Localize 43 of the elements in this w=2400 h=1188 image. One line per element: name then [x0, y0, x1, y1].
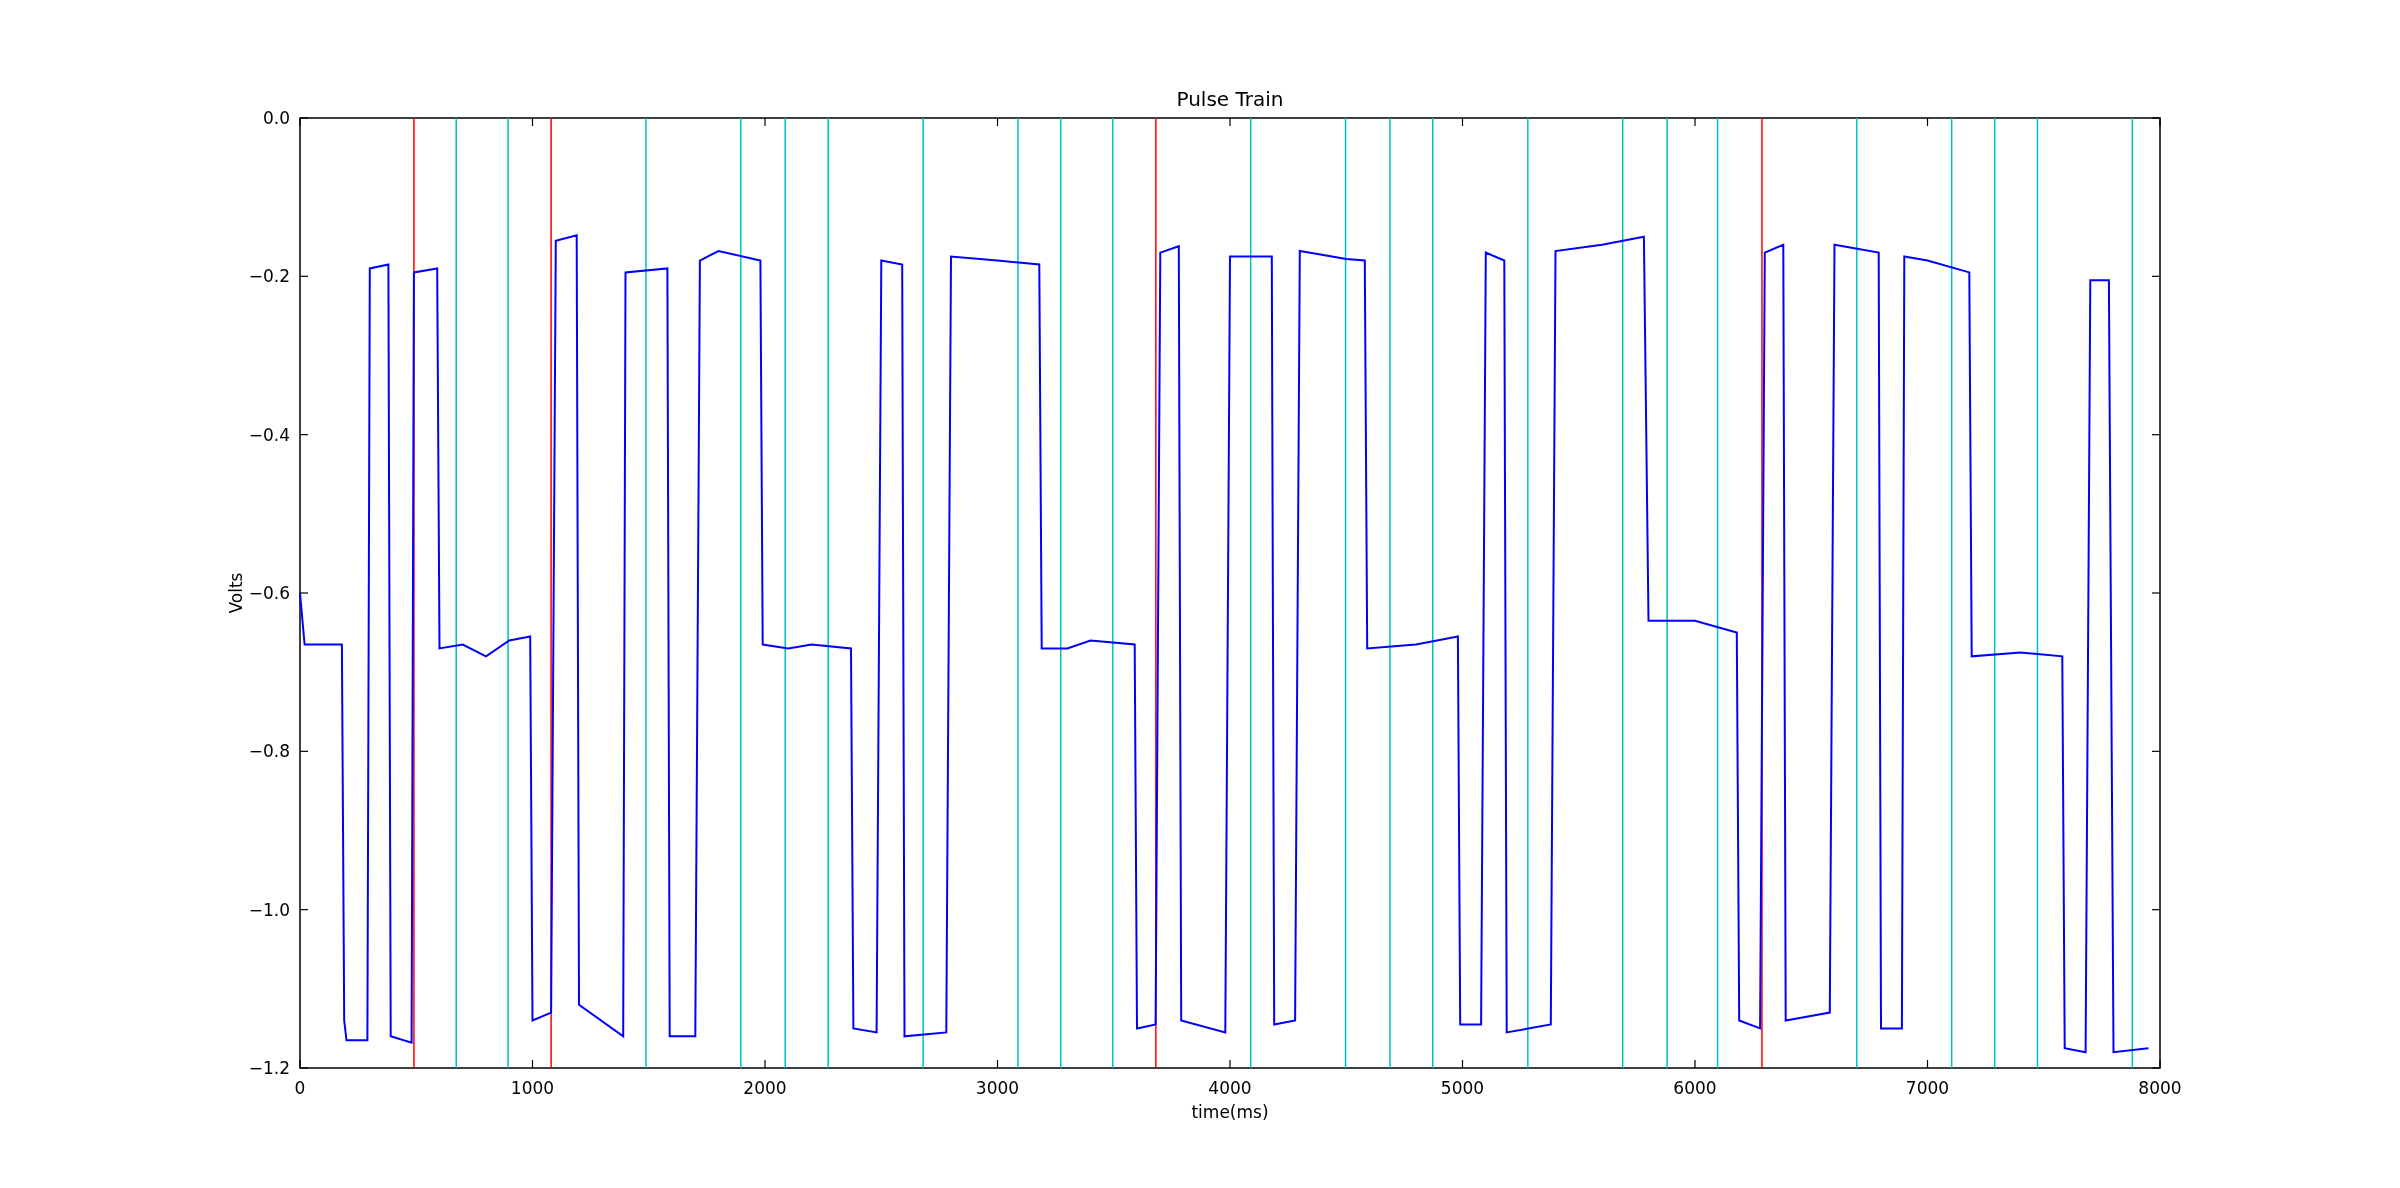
- tick-mark: [996, 117, 999, 127]
- tick-label: 3000: [975, 1078, 1020, 1098]
- tick-mark: [2151, 434, 2161, 436]
- tick-label: −0.4: [248, 424, 290, 445]
- tick-mark: [299, 434, 309, 436]
- y-axis-label: Volts: [226, 572, 246, 614]
- tick-label: 6000: [1673, 1078, 1717, 1098]
- tick-mark: [1694, 1059, 1696, 1069]
- tick-mark: [1926, 1059, 1929, 1069]
- x-axis-label: time(ms): [1191, 1102, 1269, 1122]
- tick-label: −0.6: [248, 583, 290, 603]
- tick-label: −1.0: [248, 899, 290, 920]
- tick-label: 0.0: [262, 108, 290, 128]
- tick-mark: [764, 117, 766, 127]
- tick-mark: [1229, 117, 1231, 127]
- tick-label: 0: [294, 1078, 306, 1098]
- tick-mark: [2151, 275, 2161, 277]
- tick-label: 5000: [1440, 1078, 1485, 1098]
- tick-mark: [1926, 117, 1929, 127]
- chart-title: Pulse Train: [1176, 87, 1284, 111]
- tick-mark: [1694, 117, 1696, 127]
- tick-label: 2000: [743, 1078, 787, 1098]
- tick-mark: [2151, 750, 2161, 752]
- tick-label: 8000: [2138, 1078, 2182, 1098]
- tick-label: 7000: [1905, 1078, 1950, 1098]
- tick-mark: [299, 592, 309, 594]
- tick-label: 1000: [510, 1078, 555, 1098]
- tick-mark: [299, 750, 309, 752]
- tick-mark: [299, 275, 309, 277]
- tick-mark: [1229, 1059, 1231, 1069]
- tick-mark: [531, 117, 534, 127]
- tick-label: −0.8: [248, 741, 290, 762]
- tick-mark: [764, 1059, 766, 1069]
- tick-mark: [1461, 1059, 1464, 1069]
- tick-mark: [996, 1059, 999, 1069]
- tick-mark: [531, 1059, 534, 1069]
- tick-label: 4000: [1208, 1078, 1252, 1098]
- tick-label: −0.2: [248, 266, 290, 287]
- tick-mark: [2151, 909, 2161, 911]
- tick-label: −1.2: [248, 1058, 290, 1078]
- tick-mark: [1461, 117, 1464, 127]
- tick-mark: [2151, 592, 2161, 594]
- tick-mark: [299, 909, 309, 911]
